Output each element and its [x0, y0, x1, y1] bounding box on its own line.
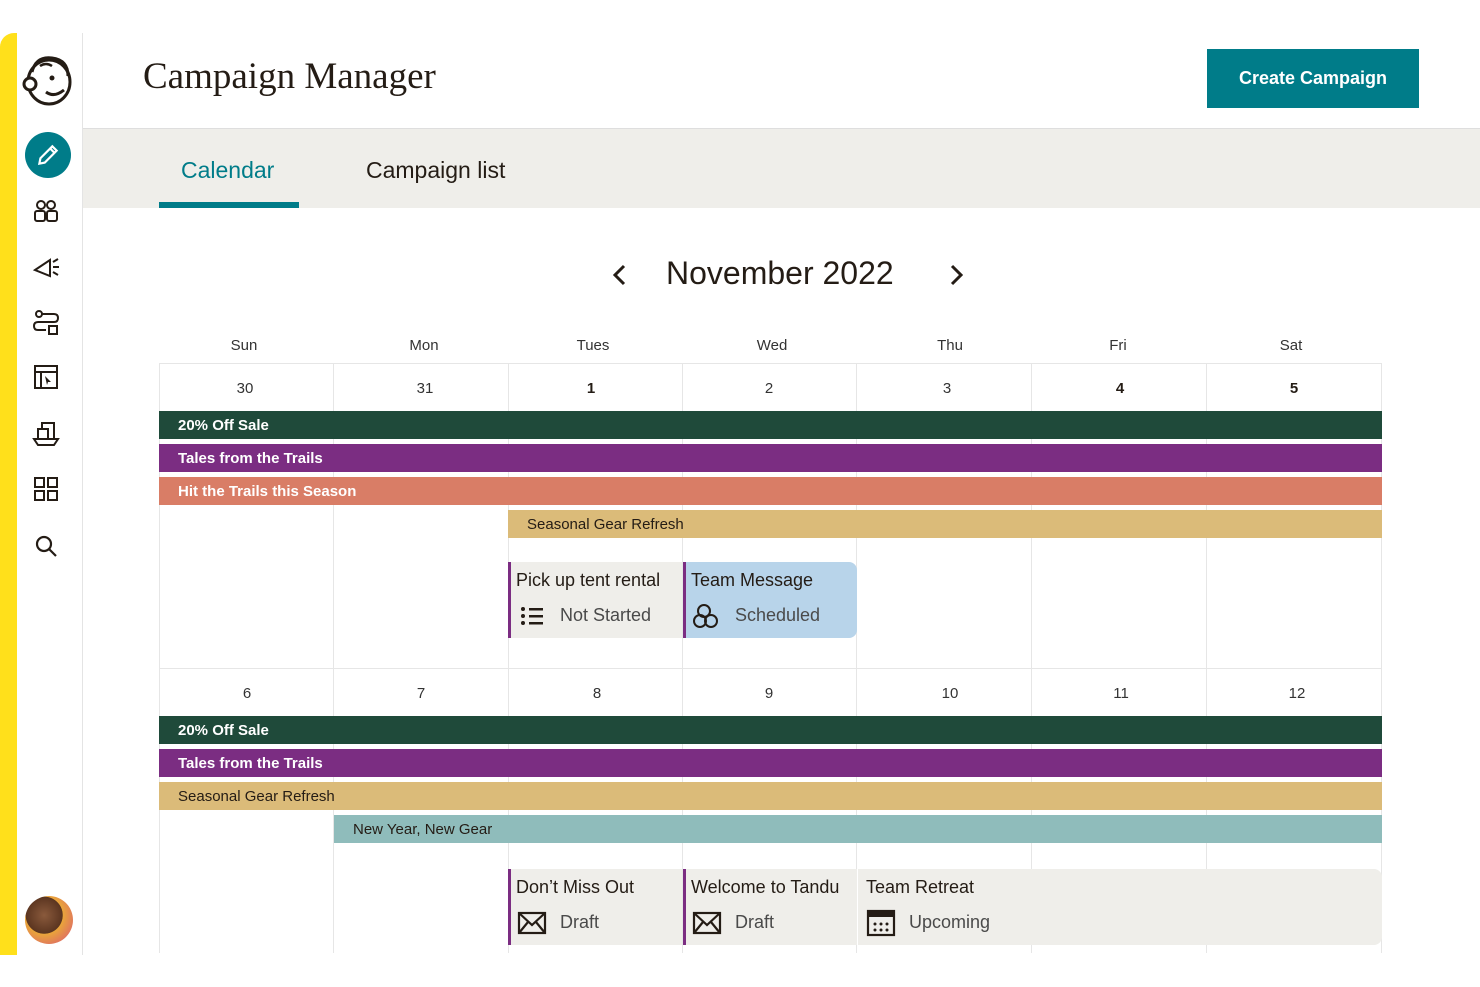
- tab-calendar[interactable]: Calendar: [181, 157, 274, 184]
- content-icon: [32, 422, 60, 446]
- audience-icon: [34, 200, 58, 222]
- card-title: Welcome to Tandu: [691, 877, 840, 897]
- active-tab-indicator: [159, 202, 299, 208]
- date-cell[interactable]: 11: [1113, 685, 1129, 702]
- website-icon: [34, 365, 58, 389]
- date-cell[interactable]: 3: [943, 380, 951, 397]
- date-cell[interactable]: 10: [942, 685, 959, 702]
- brand-accent-bar: [0, 33, 17, 955]
- card-status: Draft: [560, 912, 600, 932]
- date-cell[interactable]: 5: [1290, 380, 1298, 397]
- create-campaign-button[interactable]: Create Campaign: [1207, 49, 1419, 108]
- card-title: Team Retreat: [866, 877, 975, 897]
- page-header: Campaign Manager Create Campaign: [83, 33, 1480, 129]
- month-title: November 2022: [666, 255, 894, 291]
- date-cell[interactable]: 31: [417, 380, 434, 397]
- campaign-card[interactable]: Don’t Miss Out Draft: [508, 869, 682, 945]
- date-cell[interactable]: 6: [243, 685, 251, 702]
- date-cell[interactable]: 8: [593, 685, 601, 702]
- date-cell[interactable]: 7: [417, 685, 425, 702]
- envelope-icon: [692, 911, 722, 935]
- campaign-bar[interactable]: 20% Off Sale: [159, 716, 1382, 744]
- date-cell[interactable]: 12: [1289, 685, 1306, 702]
- card-title: Team Message: [691, 570, 814, 590]
- campaign-card[interactable]: Team Message Scheduled: [683, 562, 857, 638]
- nav-website-button[interactable]: [31, 362, 61, 392]
- chevron-left-icon[interactable]: [610, 263, 630, 287]
- nav-search-button[interactable]: [31, 531, 61, 561]
- day-header: Sat: [1279, 337, 1303, 354]
- calendar-icon: [866, 909, 896, 937]
- chevron-right-icon[interactable]: [946, 263, 966, 287]
- nav-content-button[interactable]: [31, 418, 61, 448]
- card-status: Draft: [735, 912, 775, 932]
- checklist-icon: [521, 607, 543, 625]
- nav-automations-button[interactable]: [31, 307, 61, 337]
- card-status: Not Started: [560, 605, 652, 625]
- envelope-icon: [517, 911, 547, 935]
- page-title: Campaign Manager: [143, 56, 436, 97]
- grid-line: [159, 363, 1382, 364]
- scheduled-icon: [693, 604, 718, 628]
- card-status: Upcoming: [909, 912, 991, 932]
- mailchimp-logo-icon[interactable]: [22, 52, 76, 108]
- nav-audience-button[interactable]: [31, 196, 61, 226]
- campaign-bar[interactable]: Seasonal Gear Refresh: [159, 782, 1382, 810]
- day-header: Tues: [576, 337, 610, 354]
- day-header: Thu: [937, 337, 963, 354]
- nav-campaigns-button[interactable]: [25, 132, 71, 178]
- day-header: Wed: [756, 337, 788, 354]
- day-header: Sun: [230, 337, 258, 354]
- campaign-card[interactable]: Team Retreat Upcoming: [858, 869, 1382, 945]
- campaign-card[interactable]: Welcome to Tandu Draft: [683, 869, 857, 945]
- card-status: Scheduled: [735, 605, 821, 625]
- date-cell[interactable]: 1: [587, 380, 595, 397]
- tab-campaign-list[interactable]: Campaign list: [366, 157, 505, 184]
- megaphone-icon: [32, 258, 59, 278]
- user-avatar[interactable]: [25, 896, 73, 944]
- month-navigator: November 2022: [600, 253, 980, 297]
- grid-line: [159, 668, 1382, 669]
- date-cell[interactable]: 30: [237, 380, 254, 397]
- date-cell[interactable]: 9: [765, 685, 773, 702]
- card-title: Pick up tent rental: [516, 570, 661, 590]
- card-title: Don’t Miss Out: [516, 877, 635, 897]
- day-header: Mon: [409, 337, 439, 354]
- campaign-bar[interactable]: New Year, New Gear: [334, 815, 1382, 843]
- campaign-bar[interactable]: Seasonal Gear Refresh: [508, 510, 1382, 538]
- search-icon: [35, 535, 57, 557]
- pencil-icon: [37, 144, 59, 166]
- view-tabs: Calendar Campaign list: [83, 129, 1480, 208]
- campaign-bar[interactable]: Tales from the Trails: [159, 749, 1382, 777]
- integrations-grid-icon: [34, 477, 58, 501]
- automations-icon: [32, 310, 60, 335]
- nav-marketing-button[interactable]: [31, 251, 61, 281]
- date-cell[interactable]: 2: [765, 380, 773, 397]
- date-cell[interactable]: 4: [1116, 380, 1124, 397]
- day-header: Fri: [1109, 337, 1127, 354]
- campaign-bar[interactable]: Hit the Trails this Season: [159, 477, 1382, 505]
- campaign-bar[interactable]: Tales from the Trails: [159, 444, 1382, 472]
- campaign-card[interactable]: Pick up tent rental Not Started: [508, 562, 682, 638]
- nav-integrations-button[interactable]: [31, 474, 61, 504]
- campaign-bar[interactable]: 20% Off Sale: [159, 411, 1382, 439]
